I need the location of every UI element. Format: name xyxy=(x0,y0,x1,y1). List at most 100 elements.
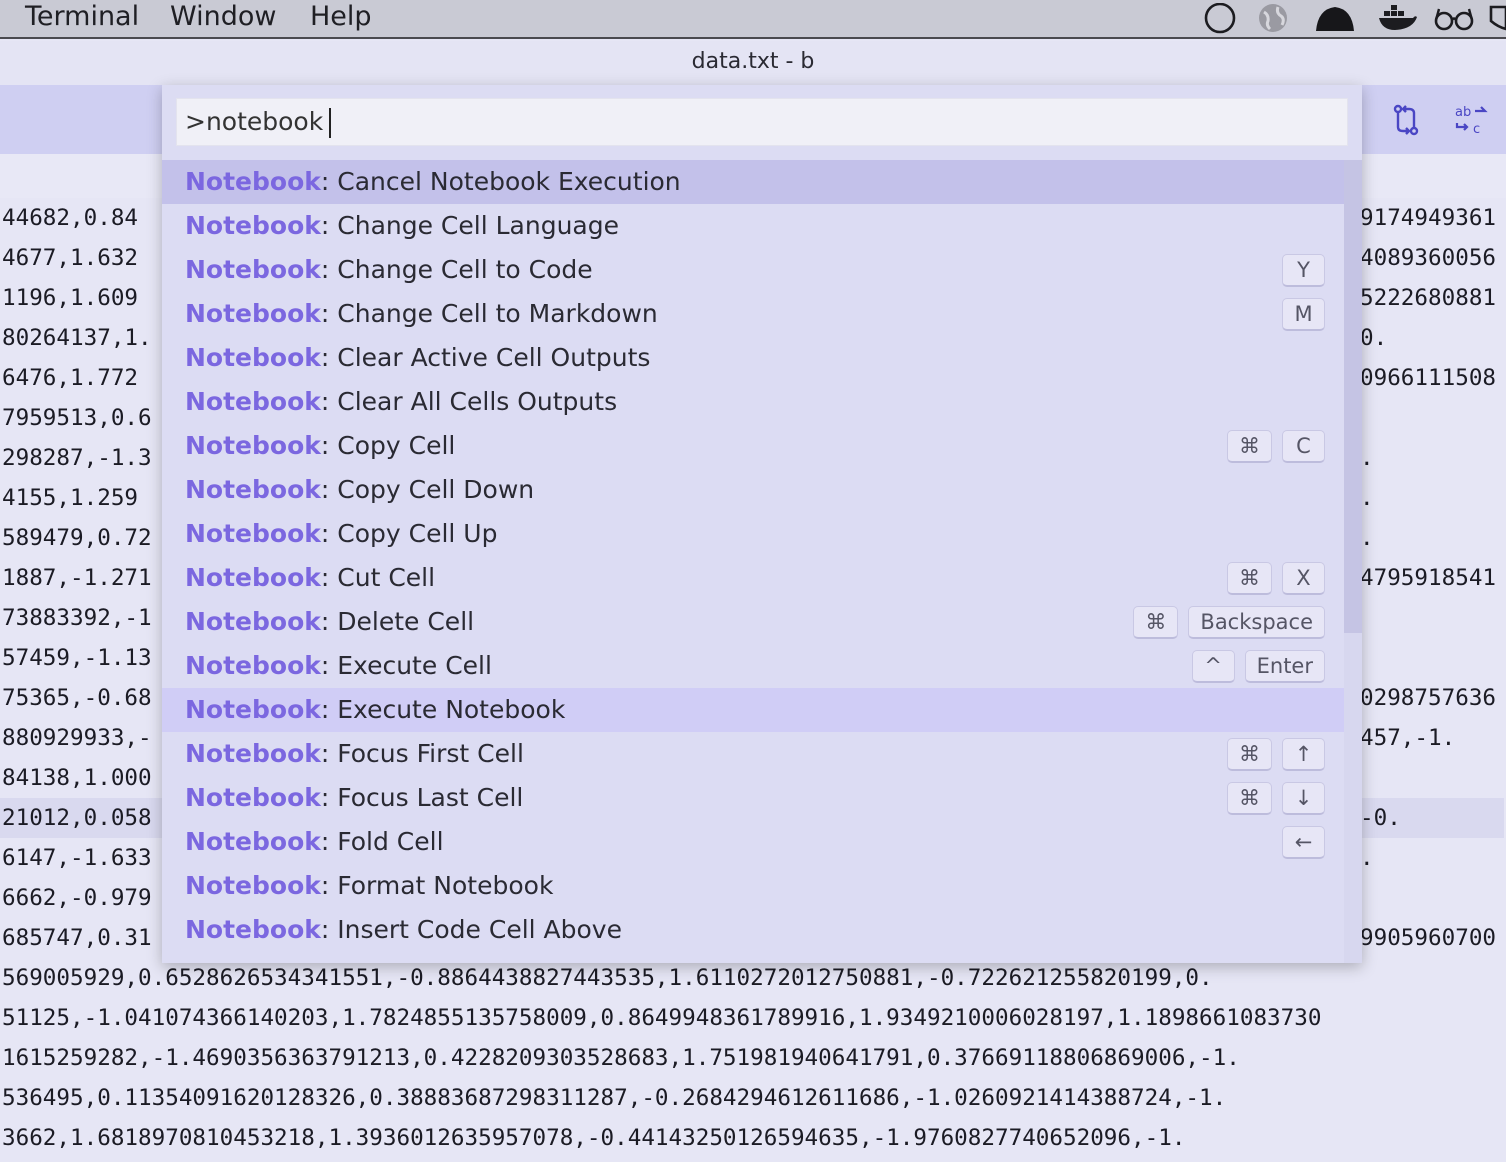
keybinding: ⌘ X xyxy=(1227,562,1325,596)
command-title: Fold Cell xyxy=(337,827,444,856)
command-title: Insert Code Cell Above xyxy=(337,915,622,944)
command-item[interactable]: Notebook: Copy Cell Down xyxy=(162,468,1344,512)
command-item-label: Notebook: Execute Cell xyxy=(185,644,492,688)
command-separator: : xyxy=(320,211,338,240)
command-item[interactable]: Notebook: Copy Cell Up xyxy=(162,512,1344,556)
command-item[interactable]: Notebook: Change Cell to Markdown M xyxy=(162,292,1344,336)
code-line-fragment xyxy=(1360,598,1506,638)
command-category: Notebook xyxy=(185,563,321,592)
command-separator: : xyxy=(320,563,338,592)
key-cap: Backspace xyxy=(1188,606,1325,639)
command-item[interactable]: Notebook: Focus Last Cell ⌘ ↓ xyxy=(162,776,1344,820)
command-results-list: Notebook: Cancel Notebook Execution Noteb… xyxy=(162,160,1344,963)
command-item[interactable]: Notebook: Delete Cell ⌘ Backspace xyxy=(162,600,1344,644)
compare-changes-icon[interactable] xyxy=(1389,103,1423,137)
code-line-fragment xyxy=(1360,638,1506,678)
command-title: Format Notebook xyxy=(337,871,554,900)
command-item[interactable]: Notebook: Execute Cell ^ Enter xyxy=(162,644,1344,688)
command-item[interactable]: Notebook: Change Cell to Code Y xyxy=(162,248,1344,292)
code-line: 51125,-1.041074366140203,1.7824855135758… xyxy=(2,1005,1322,1031)
globe-icon[interactable] xyxy=(1256,3,1290,33)
keybinding: ← xyxy=(1282,826,1325,860)
shield-icon[interactable] xyxy=(1488,3,1506,33)
key-cap: ^ xyxy=(1191,650,1235,683)
svg-text:ab: ab xyxy=(1455,105,1471,120)
key-cap: ⌘ xyxy=(1227,782,1272,815)
window-title: data.txt - b xyxy=(0,41,1506,85)
keybinding: ^ Enter xyxy=(1191,650,1325,684)
command-item[interactable]: Notebook: Change Cell Language xyxy=(162,204,1344,248)
menu-window[interactable]: Window xyxy=(170,0,276,36)
key-cap: ← xyxy=(1282,826,1325,859)
docker-icon[interactable] xyxy=(1377,3,1417,33)
command-category: Notebook xyxy=(185,387,321,416)
key-cap: ⌘ xyxy=(1227,430,1272,463)
replace-icon[interactable]: ab c xyxy=(1453,103,1488,137)
command-separator: : xyxy=(320,255,338,284)
text-caret xyxy=(329,108,331,138)
code-line-fragment xyxy=(1360,758,1506,798)
command-item[interactable]: Notebook: Fold Cell ← xyxy=(162,820,1344,864)
key-cap: Enter xyxy=(1244,650,1325,683)
command-item-label: Notebook: Fold Cell xyxy=(185,820,444,864)
command-title: Delete Cell xyxy=(337,607,475,636)
command-item-label: Notebook: Focus Last Cell xyxy=(185,776,523,820)
command-title: Copy Cell xyxy=(337,431,456,460)
command-category: Notebook xyxy=(185,343,321,372)
command-item-label: Notebook: Clear Active Cell Outputs xyxy=(185,336,650,380)
code-line-fragment: 9174949361 xyxy=(1360,205,1497,231)
keybinding: ⌘ ↑ xyxy=(1227,738,1325,772)
code-line-fragment: 5222680881 xyxy=(1360,285,1497,311)
code-line: 536495,0.11354091620128326,0.38883687298… xyxy=(2,1085,1227,1111)
command-category: Notebook xyxy=(185,871,321,900)
command-category: Notebook xyxy=(185,783,321,812)
results-scrollbar-thumb[interactable] xyxy=(1344,160,1362,633)
command-item[interactable]: Notebook: Format Notebook xyxy=(162,864,1344,908)
command-title: Execute Cell xyxy=(337,651,492,680)
command-item[interactable]: Notebook: Clear Active Cell Outputs xyxy=(162,336,1344,380)
command-item-label: Notebook: Cancel Notebook Execution xyxy=(185,160,681,204)
keybinding: ⌘ ↓ xyxy=(1227,782,1325,816)
command-item[interactable]: Notebook: Insert Code Cell Above xyxy=(162,908,1344,952)
command-item[interactable]: Notebook: Cut Cell ⌘ X xyxy=(162,556,1344,600)
command-item[interactable]: Notebook: Execute Notebook xyxy=(162,688,1344,732)
command-separator: : xyxy=(320,343,338,372)
command-palette-input[interactable] xyxy=(185,99,1335,145)
command-item-label: Notebook: Cut Cell xyxy=(185,556,435,600)
command-separator: : xyxy=(320,475,338,504)
glasses-icon[interactable] xyxy=(1433,3,1475,33)
code-line-fragment xyxy=(1360,398,1506,438)
bell-icon[interactable] xyxy=(1312,3,1358,33)
command-title: Execute Notebook xyxy=(337,695,566,724)
command-item-label: Notebook: Change Cell to Markdown xyxy=(185,292,658,336)
command-item-label: Notebook: Format Notebook xyxy=(185,864,553,908)
command-separator: : xyxy=(320,827,338,856)
command-item[interactable]: Notebook: Focus First Cell ⌘ ↑ xyxy=(162,732,1344,776)
command-item[interactable]: Notebook: Cancel Notebook Execution xyxy=(162,160,1344,204)
command-category: Notebook xyxy=(185,695,321,724)
command-title: Focus Last Cell xyxy=(337,783,524,812)
command-title: Copy Cell Down xyxy=(337,475,535,504)
command-palette-input-box[interactable] xyxy=(176,98,1348,146)
command-separator: : xyxy=(320,299,338,328)
key-cap: ⌘ xyxy=(1133,606,1179,639)
code-line-fragment: 0. xyxy=(1360,325,1388,351)
code-line: 569005929,0.6528626534341551,-0.88644388… xyxy=(2,965,1213,991)
command-title: Focus First Cell xyxy=(337,739,524,768)
command-title: Copy Cell Up xyxy=(337,519,498,548)
command-item[interactable]: Notebook: Copy Cell ⌘ C xyxy=(162,424,1344,468)
command-title: Change Cell to Markdown xyxy=(337,299,658,328)
command-item[interactable]: Notebook: Clear All Cells Outputs xyxy=(162,380,1344,424)
menu-help[interactable]: Help xyxy=(310,0,372,36)
command-category: Notebook xyxy=(185,211,321,240)
key-cap: ↑ xyxy=(1282,738,1325,771)
command-item-label: Notebook: Focus First Cell xyxy=(185,732,524,776)
menu-terminal[interactable]: Terminal xyxy=(25,0,139,36)
circle-icon[interactable] xyxy=(1203,3,1237,34)
code-line-fragment xyxy=(1360,878,1506,918)
code-line: 3662,1.6818970810453218,1.39360126359570… xyxy=(2,1125,1186,1151)
command-category: Notebook xyxy=(185,255,321,284)
command-title: Cancel Notebook Execution xyxy=(337,167,681,196)
command-separator: : xyxy=(320,167,338,196)
command-separator: : xyxy=(320,651,338,680)
